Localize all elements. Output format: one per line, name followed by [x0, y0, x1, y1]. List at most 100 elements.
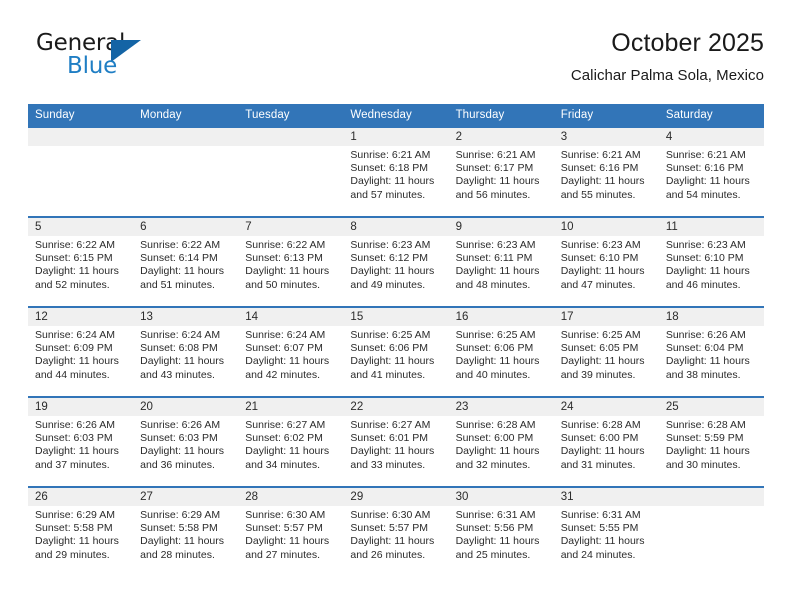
day-number: 2 — [448, 128, 554, 146]
sunset-text: Sunset: 6:06 PM — [455, 342, 534, 355]
day-cell-7[interactable]: 7 Sunrise: 6:22 AM Sunset: 6:13 PM Daylight… — [238, 216, 344, 306]
sunset-text: Sunset: 5:57 PM — [350, 522, 429, 535]
daylight-text: Daylight: 11 hours and 34 minutes. — [245, 445, 330, 471]
sunset-text: Sunset: 6:18 PM — [350, 162, 429, 175]
sunrise-text: Sunrise: 6:22 AM — [140, 239, 221, 251]
day-cell-27[interactable]: 27 Sunrise: 6:29 AM Sunset: 5:58 PM Dayligh… — [133, 486, 239, 576]
calendar-day-cell: 2 Sunrise: 6:21 AM Sunset: 6:17 PM Daylight… — [448, 126, 554, 216]
day-cell-16[interactable]: 16 Sunrise: 6:25 AM Sunset: 6:06 PM Dayligh… — [448, 306, 554, 396]
day-cell-21[interactable]: 21 Sunrise: 6:27 AM Sunset: 6:02 PM Dayligh… — [238, 396, 344, 486]
day-cell-20[interactable]: 20 Sunrise: 6:26 AM Sunset: 6:03 PM Dayligh… — [133, 396, 239, 486]
day-number — [238, 128, 344, 146]
day-number: 26 — [28, 488, 134, 506]
day-details: Sunrise: 6:21 AM Sunset: 6:17 PM Daylight:… — [449, 146, 554, 202]
weekday-header-sunday: Sunday — [28, 104, 134, 126]
daylight-text: Daylight: 11 hours and 41 minutes. — [350, 355, 435, 381]
day-cell-30[interactable]: 30 Sunrise: 6:31 AM Sunset: 5:56 PM Dayligh… — [448, 486, 554, 576]
day-number: 15 — [343, 308, 449, 326]
day-details: Sunrise: 6:24 AM Sunset: 6:08 PM Daylight:… — [133, 326, 238, 382]
day-number: 25 — [658, 398, 764, 416]
day-details: Sunrise: 6:30 AM Sunset: 5:57 PM Daylight:… — [238, 506, 343, 562]
calendar-day-cell — [238, 126, 344, 216]
daylight-text: Daylight: 11 hours and 31 minutes. — [560, 445, 645, 471]
calendar-day-cell: 20 Sunrise: 6:26 AM Sunset: 6:03 PM Dayligh… — [133, 396, 239, 486]
day-details: Sunrise: 6:24 AM Sunset: 6:09 PM Daylight:… — [28, 326, 133, 382]
day-cell-13[interactable]: 13 Sunrise: 6:24 AM Sunset: 6:08 PM Dayligh… — [133, 306, 239, 396]
sunset-text: Sunset: 6:14 PM — [140, 252, 218, 265]
day-number: 3 — [553, 128, 659, 146]
day-details: Sunrise: 6:23 AM Sunset: 6:10 PM Daylight:… — [659, 236, 764, 292]
day-cell-25[interactable]: 25 Sunrise: 6:28 AM Sunset: 5:59 PM Dayligh… — [658, 396, 764, 486]
day-cell-18[interactable]: 18 Sunrise: 6:26 AM Sunset: 6:04 PM Dayligh… — [658, 306, 764, 396]
calendar-body: 1 Sunrise: 6:21 AM Sunset: 6:18 PM Daylight… — [28, 126, 764, 576]
sunset-text: Sunset: 6:15 PM — [35, 252, 113, 265]
daylight-text: Daylight: 11 hours and 47 minutes. — [560, 265, 645, 291]
day-number: 7 — [238, 218, 344, 236]
day-cell-29[interactable]: 29 Sunrise: 6:30 AM Sunset: 5:57 PM Dayligh… — [343, 486, 449, 576]
calendar-day-cell: 24 Sunrise: 6:28 AM Sunset: 6:00 PM Dayligh… — [553, 396, 659, 486]
daylight-text: Daylight: 11 hours and 42 minutes. — [245, 355, 330, 381]
calendar-day-cell: 13 Sunrise: 6:24 AM Sunset: 6:08 PM Dayligh… — [133, 306, 239, 396]
sunrise-text: Sunrise: 6:26 AM — [665, 329, 746, 341]
day-cell-26[interactable]: 26 Sunrise: 6:29 AM Sunset: 5:58 PM Dayligh… — [28, 486, 134, 576]
day-cell-empty — [658, 486, 764, 576]
sunset-text: Sunset: 6:16 PM — [560, 162, 639, 175]
day-cell-28[interactable]: 28 Sunrise: 6:30 AM Sunset: 5:57 PM Dayligh… — [238, 486, 344, 576]
daylight-text: Daylight: 11 hours and 52 minutes. — [35, 265, 119, 291]
day-number: 8 — [343, 218, 449, 236]
day-cell-6[interactable]: 6 Sunrise: 6:22 AM Sunset: 6:14 PM Daylight… — [133, 216, 239, 306]
brand-logo[interactable]: General Blue — [36, 30, 236, 92]
sunrise-text: Sunrise: 6:31 AM — [455, 509, 536, 521]
day-cell-8[interactable]: 8 Sunrise: 6:23 AM Sunset: 6:12 PM Daylight… — [343, 216, 449, 306]
day-number: 10 — [553, 218, 659, 236]
day-number: 23 — [448, 398, 554, 416]
day-details: Sunrise: 6:27 AM Sunset: 6:02 PM Daylight:… — [238, 416, 343, 472]
day-cell-11[interactable]: 11 Sunrise: 6:23 AM Sunset: 6:10 PM Dayligh… — [658, 216, 764, 306]
day-cell-4[interactable]: 4 Sunrise: 6:21 AM Sunset: 6:16 PM Daylight… — [658, 126, 764, 216]
weekday-header-row: Sunday Monday Tuesday Wednesday Thursday Frid… — [28, 104, 764, 126]
calendar-day-cell: 21 Sunrise: 6:27 AM Sunset: 6:02 PM Dayligh… — [238, 396, 344, 486]
day-cell-14[interactable]: 14 Sunrise: 6:24 AM Sunset: 6:07 PM Dayligh… — [238, 306, 344, 396]
day-cell-31[interactable]: 31 Sunrise: 6:31 AM Sunset: 5:55 PM Dayligh… — [553, 486, 659, 576]
day-number: 31 — [553, 488, 659, 506]
day-cell-3[interactable]: 3 Sunrise: 6:21 AM Sunset: 6:16 PM Daylight… — [553, 126, 659, 216]
sunrise-text: Sunrise: 6:28 AM — [455, 419, 536, 431]
calendar-day-cell: 3 Sunrise: 6:21 AM Sunset: 6:16 PM Daylight… — [553, 126, 659, 216]
day-cell-17[interactable]: 17 Sunrise: 6:25 AM Sunset: 6:05 PM Dayligh… — [553, 306, 659, 396]
weekday-header-friday: Friday — [553, 104, 659, 126]
day-number: 18 — [658, 308, 764, 326]
day-cell-24[interactable]: 24 Sunrise: 6:28 AM Sunset: 6:00 PM Dayligh… — [553, 396, 659, 486]
sunset-text: Sunset: 6:05 PM — [560, 342, 639, 355]
daylight-text: Daylight: 11 hours and 51 minutes. — [140, 265, 224, 291]
calendar-day-cell: 9 Sunrise: 6:23 AM Sunset: 6:11 PM Daylight… — [448, 216, 554, 306]
calendar-day-cell: 18 Sunrise: 6:26 AM Sunset: 6:04 PM Dayligh… — [658, 306, 764, 396]
day-cell-2[interactable]: 2 Sunrise: 6:21 AM Sunset: 6:17 PM Daylight… — [448, 126, 554, 216]
weekday-header-wednesday: Wednesday — [343, 104, 449, 126]
day-cell-1[interactable]: 1 Sunrise: 6:21 AM Sunset: 6:18 PM Daylight… — [343, 126, 449, 216]
day-number: 9 — [448, 218, 554, 236]
calendar-week-row: 19 Sunrise: 6:26 AM Sunset: 6:03 PM Dayligh… — [28, 396, 764, 486]
day-cell-12[interactable]: 12 Sunrise: 6:24 AM Sunset: 6:09 PM Dayligh… — [28, 306, 134, 396]
day-cell-23[interactable]: 23 Sunrise: 6:28 AM Sunset: 6:00 PM Dayligh… — [448, 396, 554, 486]
day-cell-22[interactable]: 22 Sunrise: 6:27 AM Sunset: 6:01 PM Dayligh… — [343, 396, 449, 486]
day-cell-19[interactable]: 19 Sunrise: 6:26 AM Sunset: 6:03 PM Dayligh… — [28, 396, 134, 486]
sunset-text: Sunset: 6:12 PM — [350, 252, 429, 265]
calendar-week-row: 5 Sunrise: 6:22 AM Sunset: 6:15 PM Daylight… — [28, 216, 764, 306]
daylight-text: Daylight: 11 hours and 38 minutes. — [665, 355, 750, 381]
sunset-text: Sunset: 6:00 PM — [455, 432, 534, 445]
daylight-text: Daylight: 11 hours and 24 minutes. — [560, 535, 645, 561]
day-cell-10[interactable]: 10 Sunrise: 6:23 AM Sunset: 6:10 PM Dayligh… — [553, 216, 659, 306]
day-number: 27 — [133, 488, 239, 506]
day-cell-15[interactable]: 15 Sunrise: 6:25 AM Sunset: 6:06 PM Dayligh… — [343, 306, 449, 396]
daylight-text: Daylight: 11 hours and 50 minutes. — [245, 265, 330, 291]
sunset-text: Sunset: 6:06 PM — [350, 342, 429, 355]
day-cell-9[interactable]: 9 Sunrise: 6:23 AM Sunset: 6:11 PM Daylight… — [448, 216, 554, 306]
sunrise-text: Sunrise: 6:23 AM — [560, 239, 641, 251]
daylight-text: Daylight: 11 hours and 25 minutes. — [455, 535, 540, 561]
calendar-day-cell: 17 Sunrise: 6:25 AM Sunset: 6:05 PM Dayligh… — [553, 306, 659, 396]
daylight-text: Daylight: 11 hours and 36 minutes. — [140, 445, 224, 471]
day-cell-empty — [28, 126, 134, 216]
daylight-text: Daylight: 11 hours and 49 minutes. — [350, 265, 435, 291]
day-cell-5[interactable]: 5 Sunrise: 6:22 AM Sunset: 6:15 PM Daylight… — [28, 216, 134, 306]
daylight-text: Daylight: 11 hours and 43 minutes. — [140, 355, 224, 381]
